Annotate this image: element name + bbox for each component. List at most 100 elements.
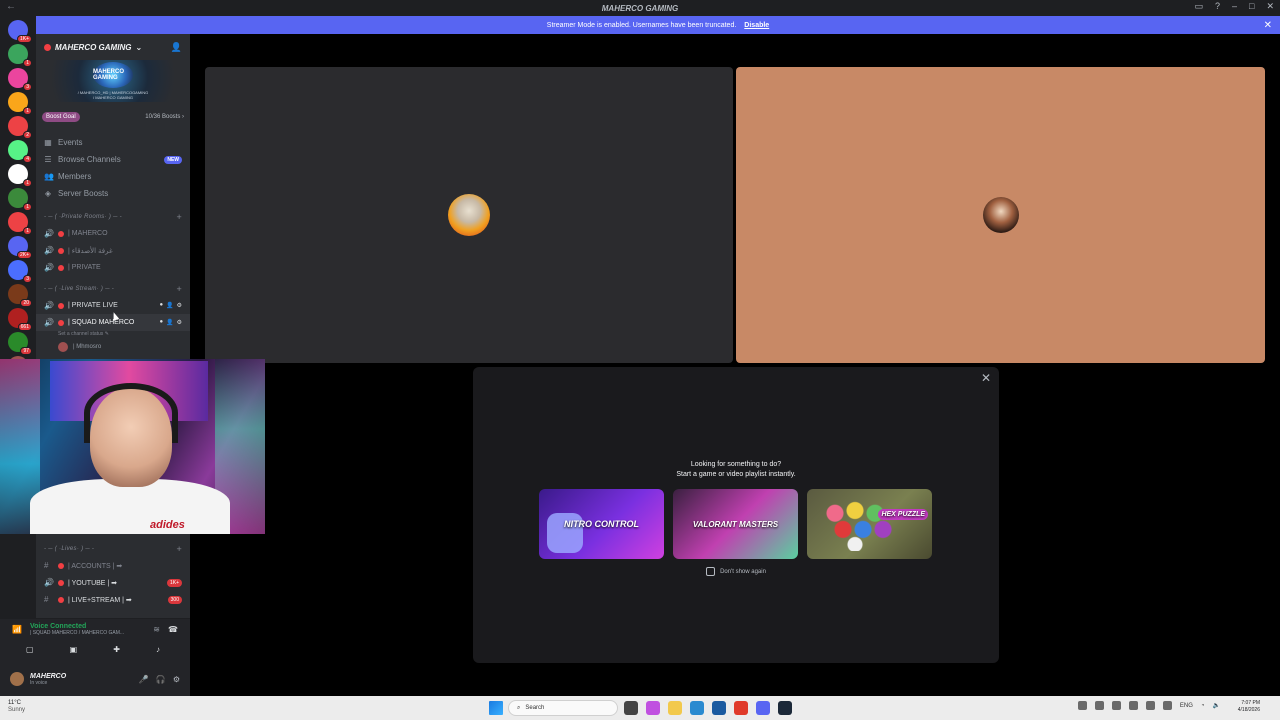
soundboard-icon[interactable]: ♪ xyxy=(156,645,160,654)
mention-badge: 3 xyxy=(23,83,32,91)
disconnect-icon[interactable]: ☎ xyxy=(168,625,178,634)
shirt-logo: adides xyxy=(150,519,185,531)
server-icon[interactable]: 1 xyxy=(8,212,32,235)
language-indicator[interactable]: ENG xyxy=(1180,703,1193,709)
server-icon[interactable]: 4 xyxy=(8,140,32,163)
user-info[interactable]: MAHERCO In voice xyxy=(30,673,66,686)
server-header[interactable]: MAHERCO GAMING ⌄ 👤 xyxy=(36,34,190,60)
add-channel-icon[interactable]: + xyxy=(176,212,182,222)
server-icon[interactable]: 3 xyxy=(8,68,32,91)
tray-icon[interactable] xyxy=(1094,701,1104,710)
server-icon[interactable]: 1 xyxy=(8,44,32,67)
mention-badge: 4 xyxy=(23,155,32,163)
channel-dot xyxy=(58,596,64,603)
close-banner-icon[interactable]: ✕ xyxy=(1264,20,1272,31)
server-icon[interactable]: 20 xyxy=(8,284,32,307)
inbox-icon[interactable]: ▭ xyxy=(1194,1,1203,12)
close-window-button[interactable]: ✕ xyxy=(1266,1,1274,12)
server-icon[interactable]: 1K+ xyxy=(8,20,32,43)
gear-icon[interactable]: ⚙ xyxy=(173,675,180,684)
voice-channel[interactable]: 🔊 | غرفة الأصدقاء xyxy=(36,242,190,259)
dont-show-again[interactable]: Don't show again xyxy=(473,567,999,576)
category-live-stream[interactable]: - ─ ( ·Live Stream· ) ─ - + xyxy=(36,280,190,297)
user-controls: 🎤 🎧 ⚙ xyxy=(139,675,180,684)
nav-browse-channels[interactable]: ☰ Browse Channels NEW xyxy=(36,151,190,168)
settings-icon[interactable]: ⚙ xyxy=(177,319,182,326)
file-explorer-icon[interactable] xyxy=(668,701,682,715)
activities-icon[interactable]: ✚ xyxy=(113,645,120,654)
wifi-icon[interactable]: ◔ xyxy=(1201,703,1205,709)
chrome-icon[interactable] xyxy=(734,701,748,715)
activity-card-hex-puzzle[interactable]: HEX PUZZLE xyxy=(807,489,932,559)
noise-suppression-icon[interactable]: ≋ xyxy=(153,625,160,634)
discord-icon[interactable] xyxy=(756,701,770,715)
maximize-button[interactable]: □ xyxy=(1249,1,1254,12)
mention-badge: 1 xyxy=(23,227,32,235)
server-icon[interactable]: 97 xyxy=(8,332,32,355)
tray-icon[interactable] xyxy=(1077,701,1087,710)
boost-goal[interactable]: Boost Goal 10/36 Boosts › xyxy=(42,108,184,126)
chat-icon[interactable]: ● xyxy=(160,302,164,309)
help-icon[interactable]: ? xyxy=(1215,1,1220,12)
participant-tile[interactable] xyxy=(736,67,1265,363)
store-icon[interactable] xyxy=(712,701,726,715)
voice-channel[interactable]: 🔊 | MAHERCO xyxy=(36,225,190,242)
taskbar-clock[interactable]: 7:07 PM 4/18/2026 xyxy=(1238,700,1260,714)
server-list: 1K+131241112K+32066197538467187 xyxy=(0,16,36,696)
voice-channel[interactable]: 🔊 | PRIVATE xyxy=(36,259,190,276)
tray-icon[interactable] xyxy=(1162,701,1172,710)
participant-tile[interactable] xyxy=(205,67,733,363)
category-lives[interactable]: - ─ ( ·Lives· ) ─ - + xyxy=(36,540,190,557)
server-icon[interactable]: 1 xyxy=(8,164,32,187)
disable-streamer-mode-button[interactable]: Disable xyxy=(744,22,769,29)
nav-events[interactable]: ▦ Events xyxy=(36,134,190,151)
tray-icon[interactable] xyxy=(1145,701,1155,710)
invite-icon[interactable]: 👤 xyxy=(166,302,173,309)
text-channel-accounts[interactable]: # | ACCOUNTS | ➡ xyxy=(36,557,190,574)
server-icon[interactable]: 2K+ xyxy=(8,236,32,259)
volume-icon[interactable]: 🔈 xyxy=(1213,702,1220,709)
nav-server-boosts[interactable]: ◈ Server Boosts xyxy=(36,185,190,202)
user-status: In voice xyxy=(30,679,48,686)
tray-icon[interactable] xyxy=(1111,701,1121,710)
channel-youtube[interactable]: 🔊 | YOUTUBE | ➡ 1K+ xyxy=(36,574,190,591)
server-icon[interactable]: 661 xyxy=(8,308,32,331)
task-view-icon[interactable] xyxy=(624,701,638,715)
activity-card-valorant-masters[interactable]: VALORANT MASTERS xyxy=(673,489,798,559)
server-icon[interactable]: 3 xyxy=(8,260,32,283)
invite-icon[interactable]: 👤 xyxy=(166,319,173,326)
steam-icon[interactable] xyxy=(778,701,792,715)
screen-share-icon[interactable]: ▣ xyxy=(70,645,78,654)
user-avatar[interactable] xyxy=(10,672,24,686)
add-channel-icon[interactable]: + xyxy=(176,544,182,554)
mention-badge: 1 xyxy=(23,179,32,187)
voice-member[interactable]: | Mhmosro xyxy=(36,340,190,354)
mention-badge: 1K+ xyxy=(16,35,32,43)
taskbar-search[interactable]: ⌕ Search xyxy=(508,700,618,716)
signal-icon: 📶 xyxy=(12,625,22,634)
edge-icon[interactable] xyxy=(690,701,704,715)
minimize-button[interactable]: – xyxy=(1232,1,1237,12)
dont-show-checkbox[interactable] xyxy=(706,567,716,576)
activity-card-nitro-control[interactable]: NITRO CONTROL xyxy=(539,489,664,559)
channel-status[interactable]: Set a channel status ✎ xyxy=(36,331,190,340)
banner-text: Streamer Mode is enabled. Usernames have… xyxy=(546,21,737,29)
settings-icon[interactable]: ⚙ xyxy=(177,302,182,309)
headphones-icon[interactable]: 🎧 xyxy=(156,675,166,684)
windows-start-icon[interactable] xyxy=(489,701,503,715)
server-icon[interactable]: 1 xyxy=(8,92,32,115)
close-icon[interactable]: ✕ xyxy=(981,371,991,385)
add-channel-icon[interactable]: + xyxy=(176,284,182,294)
text-channel-live-stream[interactable]: # | LIVE+STREAM | ➡ 300 xyxy=(36,591,190,608)
category-private-rooms[interactable]: - ─ ( ·Private Rooms· ) ─ - + xyxy=(36,208,190,225)
weather-widget[interactable]: 11°C Sunny xyxy=(8,700,25,714)
microphone-icon[interactable]: 🎤 xyxy=(139,675,149,684)
server-icon[interactable]: 2 xyxy=(8,116,32,139)
invite-people-icon[interactable]: 👤 xyxy=(171,42,182,53)
chat-icon[interactable]: ● xyxy=(160,319,164,326)
tray-icon[interactable] xyxy=(1128,701,1138,710)
server-icon[interactable]: 1 xyxy=(8,188,32,211)
camera-icon[interactable]: ▢ xyxy=(26,645,34,654)
nav-members[interactable]: 👥 Members xyxy=(36,168,190,185)
copilot-icon[interactable] xyxy=(646,701,660,715)
